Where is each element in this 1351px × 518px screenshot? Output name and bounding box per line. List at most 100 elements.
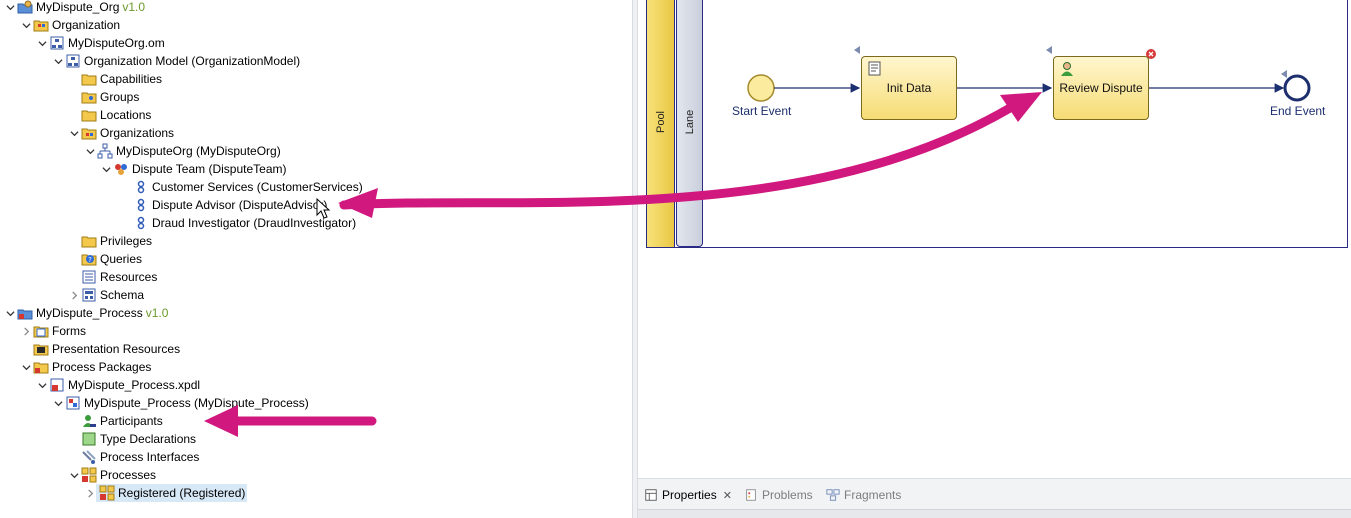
tree-node-organization[interactable]: Organization bbox=[20, 16, 120, 34]
xpdl-file-icon bbox=[49, 377, 65, 393]
chevron-down-icon[interactable] bbox=[52, 52, 64, 70]
folder-icon bbox=[81, 125, 97, 141]
tree-node-forms[interactable]: Forms bbox=[20, 322, 86, 340]
tree-node-mydispute-org[interactable]: MyDispute_Org v1.0 bbox=[4, 0, 145, 16]
processes-icon bbox=[81, 467, 97, 483]
tree-label: MyDisputeOrg (MyDisputeOrg) bbox=[116, 144, 281, 158]
tree-node-schema[interactable]: Schema bbox=[68, 286, 144, 304]
end-event-label: End Event bbox=[1270, 104, 1326, 118]
tree-node-process-interfaces[interactable]: Process Interfaces bbox=[80, 448, 199, 466]
om-file-icon bbox=[49, 35, 65, 51]
query-folder-icon: ? bbox=[81, 251, 97, 267]
chevron-down-icon[interactable] bbox=[68, 466, 80, 484]
chevron-right-icon[interactable] bbox=[68, 286, 80, 304]
chevron-down-icon[interactable] bbox=[100, 160, 112, 178]
tree-label: Forms bbox=[52, 324, 86, 338]
tree-label: Queries bbox=[100, 252, 143, 266]
tree-node-organizations[interactable]: Organizations bbox=[68, 124, 174, 142]
properties-icon bbox=[643, 487, 659, 503]
tree-node-xpdl-file[interactable]: MyDispute_Process.xpdl bbox=[36, 376, 200, 394]
tree-node-groups[interactable]: Groups bbox=[80, 88, 139, 106]
script-marker-icon bbox=[854, 46, 860, 54]
tree-node-process-packages[interactable]: Process Packages bbox=[20, 358, 151, 376]
tree-node-customer-services[interactable]: Customer Services (CustomerServices) bbox=[132, 178, 363, 196]
participants-icon bbox=[81, 413, 97, 429]
script-marker-icon bbox=[1281, 70, 1287, 78]
tree-label: MyDispute_Process.xpdl bbox=[68, 378, 201, 392]
tab-fragments[interactable]: Fragments bbox=[824, 486, 901, 504]
close-icon[interactable]: ✕ bbox=[723, 489, 732, 502]
position-icon bbox=[133, 197, 149, 213]
tree-label: MyDispute_Process (MyDispute_Process) bbox=[84, 396, 309, 410]
tree-label: Groups bbox=[100, 90, 140, 104]
end-event[interactable] bbox=[1283, 74, 1311, 102]
chevron-down-icon[interactable] bbox=[20, 16, 32, 34]
chevron-down-icon[interactable] bbox=[4, 304, 16, 322]
script-marker-icon bbox=[1046, 46, 1052, 54]
tree-label: Registered (Registered) bbox=[118, 486, 246, 500]
selected-tree-item[interactable]: Registered (Registered) bbox=[96, 484, 248, 502]
tree-node-processes[interactable]: Processes bbox=[68, 466, 156, 484]
organization-folder-icon bbox=[33, 17, 49, 33]
start-event[interactable] bbox=[747, 74, 775, 102]
chevron-down-icon[interactable] bbox=[68, 124, 80, 142]
tree-node-privileges[interactable]: Privileges bbox=[80, 232, 152, 250]
chevron-down-icon[interactable] bbox=[4, 0, 16, 16]
tree-label: Organization Model (OrganizationModel) bbox=[84, 54, 301, 68]
position-icon bbox=[133, 215, 149, 231]
chevron-down-icon[interactable] bbox=[36, 376, 48, 394]
tree-node-type-declarations[interactable]: Type Declarations bbox=[80, 430, 196, 448]
tree-node-dispute-team[interactable]: Dispute Team (DisputeTeam) bbox=[100, 160, 287, 178]
tree-label: Draud Investigator (DraudInvestigator) bbox=[152, 216, 357, 230]
tree-label: Type Declarations bbox=[100, 432, 197, 446]
script-task-icon bbox=[867, 61, 883, 80]
tree-node-resources[interactable]: Resources bbox=[80, 268, 157, 286]
chevron-right-icon[interactable] bbox=[84, 484, 96, 502]
org-model-icon bbox=[65, 53, 81, 69]
resources-folder-icon bbox=[81, 269, 97, 285]
chevron-down-icon[interactable] bbox=[36, 34, 48, 52]
chevron-down-icon[interactable] bbox=[20, 358, 32, 376]
chevron-down-icon[interactable] bbox=[84, 142, 96, 160]
tree-node-draud-investigator[interactable]: Draud Investigator (DraudInvestigator) bbox=[132, 214, 356, 232]
task-review-dispute[interactable]: Review Dispute bbox=[1053, 56, 1149, 120]
tree-label: Schema bbox=[100, 288, 145, 302]
position-icon bbox=[133, 179, 149, 195]
properties-panel: Properties ✕ Problems Fragments bbox=[638, 478, 1351, 518]
svg-text:?: ? bbox=[88, 256, 92, 264]
tree-node-presentation-resources[interactable]: Presentation Resources bbox=[32, 340, 180, 358]
version-label: v1.0 bbox=[145, 306, 169, 320]
folder-icon bbox=[81, 107, 97, 123]
tab-problems[interactable]: Problems bbox=[742, 486, 813, 504]
tree-node-registered[interactable]: Registered (Registered) bbox=[84, 484, 248, 502]
tab-properties[interactable]: Properties ✕ bbox=[642, 486, 732, 504]
tree-node-organization-model[interactable]: Organization Model (OrganizationModel) bbox=[52, 52, 300, 70]
tree-node-process-package[interactable]: MyDispute_Process (MyDispute_Process) bbox=[52, 394, 309, 412]
tree-node-mydispute-process[interactable]: MyDispute_Process v1.0 bbox=[4, 304, 168, 322]
tree-label: Presentation Resources bbox=[52, 342, 181, 356]
chevron-right-icon[interactable] bbox=[20, 322, 32, 340]
tree-label: Resources bbox=[100, 270, 158, 284]
presentation-folder-icon bbox=[33, 341, 49, 357]
org-project-icon bbox=[17, 0, 33, 15]
tree-node-dispute-advisor[interactable]: Dispute Advisor (DisputeAdvisor) bbox=[132, 196, 327, 214]
properties-content-strip bbox=[638, 509, 1351, 518]
process-diagram-canvas[interactable]: Pool Lane Start Event Init Data Review D… bbox=[638, 0, 1351, 478]
tree-node-participants[interactable]: Participants bbox=[80, 412, 163, 430]
tree-node-capabilities[interactable]: Capabilities bbox=[80, 70, 162, 88]
folder-icon bbox=[81, 71, 97, 87]
tree-node-queries[interactable]: ? Queries bbox=[80, 250, 142, 268]
task-init-data[interactable]: Init Data bbox=[861, 56, 957, 120]
tree-node-mydisputeorg[interactable]: MyDisputeOrg (MyDisputeOrg) bbox=[84, 142, 281, 160]
tab-label: Problems bbox=[762, 488, 813, 502]
tree-node-locations[interactable]: Locations bbox=[80, 106, 151, 124]
tree-label: Process Packages bbox=[52, 360, 152, 374]
chevron-down-icon[interactable] bbox=[52, 394, 64, 412]
tree-node-om-file[interactable]: MyDisputeOrg.om bbox=[36, 34, 165, 52]
tree-label: Organization bbox=[52, 18, 121, 32]
sequence-flow-layer bbox=[747, 46, 1311, 102]
tab-label: Fragments bbox=[844, 488, 902, 502]
process-interfaces-icon bbox=[81, 449, 97, 465]
tree-label: Capabilities bbox=[100, 72, 163, 86]
fragments-icon bbox=[825, 487, 841, 503]
